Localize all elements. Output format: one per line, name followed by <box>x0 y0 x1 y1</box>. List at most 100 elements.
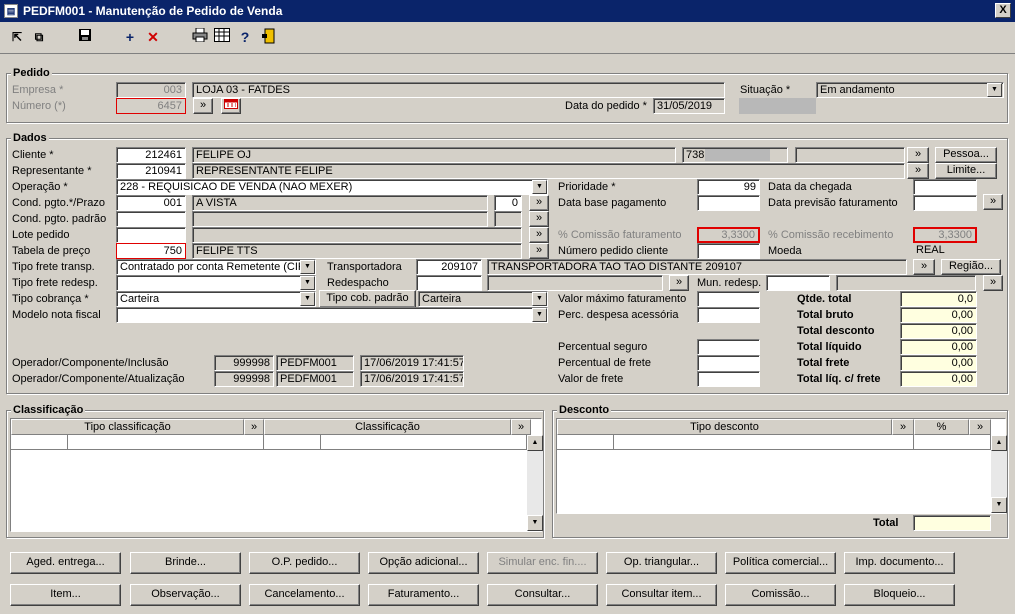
bloqueio-button[interactable]: Bloqueio... <box>844 584 955 606</box>
col-more-button[interactable]: » <box>969 419 991 435</box>
empresa-code-field[interactable]: 003 <box>116 82 186 98</box>
faturamento-button[interactable]: Faturamento... <box>368 584 479 606</box>
tipo-frete-transp-select[interactable]: Contratado por conta Remetente (CIF) <box>116 259 316 275</box>
cliente-more-button[interactable]: » <box>907 147 929 163</box>
perc-frete-field[interactable] <box>697 355 760 371</box>
observacao-button[interactable]: Observação... <box>130 584 241 606</box>
imp-documento-button[interactable]: Imp. documento... <box>844 552 955 574</box>
chevron-down-icon[interactable]: ▼ <box>532 292 547 306</box>
cond-padrao-more-button[interactable]: » <box>529 211 549 227</box>
col-tipo-desconto[interactable]: Tipo desconto <box>557 419 892 435</box>
redespacho-more-button[interactable]: » <box>669 275 689 291</box>
consultar-button[interactable]: Consultar... <box>487 584 598 606</box>
grid-cell[interactable] <box>321 435 527 450</box>
data-pedido-field[interactable]: 31/05/2019 <box>653 98 725 114</box>
tipo-cobranca-select[interactable]: Carteira <box>116 291 316 307</box>
operacao-select[interactable]: 228 - REQUISICAO DE VENDA (NAO MEXER) <box>116 179 548 195</box>
representante-more-button[interactable]: » <box>907 163 929 179</box>
numero-search-button[interactable]: » <box>193 98 213 114</box>
exit-icon[interactable] <box>260 28 278 46</box>
grid-cell[interactable] <box>11 435 68 450</box>
add-icon[interactable]: + <box>121 28 139 46</box>
mun-redesp-more-button[interactable]: » <box>983 275 1003 291</box>
cliente-code-field[interactable]: 212461 <box>116 147 186 163</box>
print-icon[interactable] <box>191 27 209 46</box>
prioridade-field[interactable]: 99 <box>697 179 760 195</box>
grid-cell[interactable] <box>914 435 991 450</box>
grid-cell[interactable] <box>68 435 264 450</box>
limite-button[interactable]: Limite... <box>935 163 997 179</box>
cancelamento-button[interactable]: Cancelamento... <box>249 584 360 606</box>
scroll-down-icon[interactable]: ▼ <box>527 515 543 531</box>
redespacho-code-field[interactable] <box>416 275 482 291</box>
cond-pgto-code-field[interactable]: 001 <box>116 195 186 211</box>
col-more-button[interactable]: » <box>892 419 914 435</box>
help-icon[interactable]: ? <box>236 28 254 46</box>
transportadora-code-field[interactable]: 209107 <box>416 259 482 275</box>
col-tipo-classificacao[interactable]: Tipo classificação <box>11 419 244 435</box>
chevron-down-icon[interactable]: ▼ <box>532 180 547 194</box>
aged-entrega-button[interactable]: Aged. entrega... <box>10 552 121 574</box>
col-classificacao[interactable]: Classificação <box>264 419 511 435</box>
perc-seguro-field[interactable] <box>697 339 760 355</box>
comissao-recebimento-field[interactable]: 3,3300 <box>913 227 977 243</box>
numero-pedido-cliente-field[interactable] <box>697 243 760 259</box>
opcao-adicional-button[interactable]: Opção adicional... <box>368 552 479 574</box>
grid-cell[interactable] <box>557 435 614 450</box>
scroll-up-icon[interactable]: ▲ <box>991 435 1007 451</box>
brinde-button[interactable]: Brinde... <box>130 552 241 574</box>
chevron-down-icon[interactable]: ▼ <box>300 292 315 306</box>
consultar-item-button[interactable]: Consultar item... <box>606 584 717 606</box>
modelo-nf-select[interactable] <box>116 307 548 323</box>
chevron-down-icon[interactable]: ▼ <box>300 276 315 290</box>
scroll-down-icon[interactable]: ▼ <box>991 497 1007 513</box>
tipo-frete-redesp-select[interactable] <box>116 275 316 291</box>
lote-pedido-field[interactable] <box>116 227 186 243</box>
classificacao-grid[interactable]: Tipo classificação » Classificação » ▲ ▼ <box>10 418 543 532</box>
perc-despesa-field[interactable] <box>697 307 760 323</box>
data-chegada-field[interactable] <box>913 179 977 195</box>
tabela-preco-code-field[interactable]: 750 <box>116 243 186 259</box>
prazo-field[interactable]: 0 <box>494 195 522 211</box>
data-previsao-more-button[interactable]: » <box>983 194 1003 210</box>
numero-field[interactable]: 6457 <box>116 98 186 114</box>
mun-redesp-code-field[interactable] <box>766 275 830 291</box>
grid-cell[interactable] <box>614 435 914 450</box>
pessoa-button[interactable]: Pessoa... <box>935 147 997 163</box>
vertical-scrollbar[interactable]: ▲ ▼ <box>527 435 543 531</box>
tabela-more-button[interactable]: » <box>529 243 549 259</box>
col-more-button[interactable]: » <box>511 419 531 435</box>
simular-enc-fin-button[interactable]: Simular enc. fin.... <box>487 552 598 574</box>
chevron-down-icon[interactable]: ▼ <box>532 308 547 322</box>
navigate-icon[interactable]: ⇱ <box>8 28 26 46</box>
tipo-cob-padrao-button[interactable]: Tipo cob. padrão <box>319 290 416 308</box>
vertical-scrollbar[interactable]: ▲ ▼ <box>991 435 1007 513</box>
scroll-up-icon[interactable]: ▲ <box>527 435 543 451</box>
save-icon[interactable] <box>76 28 94 46</box>
transportadora-more-button[interactable]: » <box>913 259 935 275</box>
grid-cell[interactable] <box>264 435 321 450</box>
data-previsao-field[interactable] <box>913 195 977 211</box>
lote-more-button[interactable]: » <box>529 227 549 243</box>
op-triangular-button[interactable]: Op. triangular... <box>606 552 717 574</box>
item-button[interactable]: Item... <box>10 584 121 606</box>
op-pedido-button[interactable]: O.P. pedido... <box>249 552 360 574</box>
copy-icon[interactable]: ⧉ <box>30 28 48 46</box>
situacao-select[interactable]: Em andamento <box>816 82 1004 98</box>
comissao-button[interactable]: Comissão... <box>725 584 836 606</box>
chevron-down-icon[interactable]: ▼ <box>987 83 1002 97</box>
politica-comercial-button[interactable]: Política comercial... <box>725 552 836 574</box>
grid-icon[interactable] <box>213 28 231 46</box>
comissao-faturamento-field[interactable]: 3,3300 <box>697 227 760 243</box>
representante-code-field[interactable]: 210941 <box>116 163 186 179</box>
cond-pgto-padrao-field[interactable] <box>116 211 186 227</box>
valor-frete-field[interactable] <box>697 371 760 387</box>
desconto-grid[interactable]: Tipo desconto » % » ▲ ▼ <box>556 418 1007 514</box>
delete-icon[interactable]: ✕ <box>144 28 162 46</box>
cond-pgto-more-button[interactable]: » <box>529 195 549 211</box>
data-base-pagamento-field[interactable] <box>697 195 760 211</box>
regiao-button[interactable]: Região... <box>941 259 1001 275</box>
col-percent[interactable]: % <box>914 419 969 435</box>
col-more-button[interactable]: » <box>244 419 264 435</box>
close-button[interactable]: X <box>995 3 1011 18</box>
